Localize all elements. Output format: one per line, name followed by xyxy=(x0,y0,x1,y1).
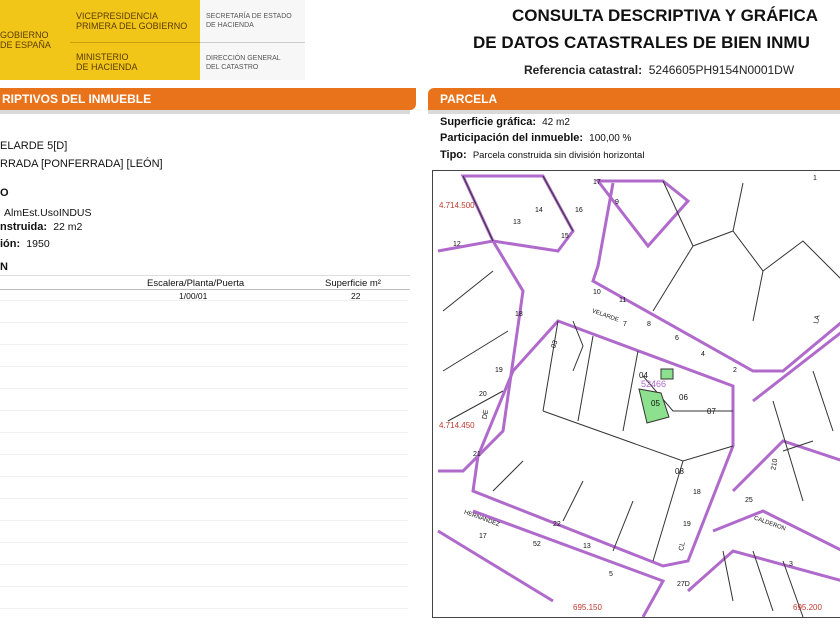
cadastral-map-drawing xyxy=(437,174,840,617)
coord-top-left: 4.714.500 xyxy=(439,201,475,210)
map-number: 9 xyxy=(615,199,619,206)
parcel-ref-label: 52466 xyxy=(641,379,667,389)
map-number: 2 xyxy=(733,367,737,374)
map-number: 1 xyxy=(813,175,817,182)
map-number: 13 xyxy=(513,219,521,226)
map-number: 11 xyxy=(619,297,627,304)
parcel-label-05: 05 xyxy=(651,399,660,408)
map-number: 27D xyxy=(677,581,690,588)
parcela-section-bar: PARCELA xyxy=(428,88,840,110)
map-number: 12 xyxy=(453,241,461,248)
map-number: 17 xyxy=(593,179,601,186)
cadastral-map[interactable]: 4.714.500 4.714.450 695.150 695.200 5246… xyxy=(432,170,840,618)
map-number: 13 xyxy=(583,543,591,550)
map-number: 19 xyxy=(683,521,691,528)
parcel-label-07: 07 xyxy=(707,407,716,416)
map-number: 25 xyxy=(745,497,753,504)
tipo-parcela: Tipo: Parcela construida sin división ho… xyxy=(440,149,645,161)
uso-value: AlmEst.UsoINDUS xyxy=(4,207,92,219)
referencia-catastral: Referencia catastral: 5246605PH9154N0001… xyxy=(524,63,795,77)
vicepresidencia-label: VICEPRESIDENCIA PRIMERA DEL GOBIERNO xyxy=(76,11,188,31)
coord-bottom-mid: 695.150 xyxy=(573,603,602,612)
table-empty-area xyxy=(0,300,410,630)
table-top-line xyxy=(0,275,410,276)
direccion-label: DIRECCIÓN GENERAL DEL CATASTRO xyxy=(206,55,281,71)
coord-mid-left: 4.714.450 xyxy=(439,421,475,430)
map-number: 6 xyxy=(675,335,679,342)
header-divider-right xyxy=(200,42,305,43)
block-boundaries xyxy=(437,174,840,617)
superficie-grafica: Superficie gráfica: 42 m2 xyxy=(440,116,570,128)
map-number: 19 xyxy=(495,367,503,374)
map-number: 3 xyxy=(789,561,793,568)
selected-parcel-annex xyxy=(660,368,674,380)
parcel-label-06: 06 xyxy=(679,393,688,402)
map-number: 8 xyxy=(647,321,651,328)
coord-bottom-right: 695.200 xyxy=(793,603,822,612)
page-title-line2: DE DATOS CATASTRALES DE BIEN INMU xyxy=(473,33,810,52)
map-number: 14 xyxy=(535,207,543,214)
table-header-line xyxy=(0,289,410,290)
map-number: 22 xyxy=(553,521,561,528)
map-number: 10 xyxy=(593,289,601,296)
col-superficie: Superficie m² xyxy=(325,278,381,289)
col-escalera-planta-puerta: Escalera/Planta/Puerta xyxy=(147,278,245,289)
map-number: 52 xyxy=(533,541,541,548)
superficie-construida: nstruida: 22 m2 xyxy=(0,221,83,233)
address-line2: RRADA [PONFERRADA] [LEÓN] xyxy=(0,158,163,170)
left-bar-shadow xyxy=(0,110,410,114)
map-number: 17 xyxy=(479,533,487,540)
secretaria-label: SECRETARÍA DE ESTADO DE HACIENDA xyxy=(206,13,292,29)
construccion-header: N xyxy=(0,261,8,273)
map-number: 4 xyxy=(701,351,705,358)
map-number: 15 xyxy=(561,233,569,240)
gobierno-label: GOBIERNO DE ESPAÑA xyxy=(0,30,51,50)
map-number: 16 xyxy=(575,207,583,214)
right-bar-shadow xyxy=(428,110,840,114)
ministerio-label: MINISTERIO DE HACIENDA xyxy=(76,52,138,72)
map-number: 5 xyxy=(609,571,613,578)
participacion-inmueble: Participación del inmueble: 100,00 % xyxy=(440,132,632,144)
map-number: 18 xyxy=(515,311,523,318)
map-number: 7 xyxy=(623,321,627,328)
map-number: 18 xyxy=(693,489,701,496)
map-number: 21 xyxy=(473,451,481,458)
address-line1: ELARDE 5[D] xyxy=(0,140,68,152)
street-la: LA xyxy=(813,314,822,325)
left-section-bar: RIPTIVOS DEL INMUEBLE xyxy=(0,88,416,110)
map-number: 20 xyxy=(479,391,487,398)
parcel-label-04: 04 xyxy=(639,371,648,380)
page-title-line1: CONSULTA DESCRIPTIVA Y GRÁFICA xyxy=(512,6,819,25)
anno-construccion: ión: 1950 xyxy=(0,238,50,250)
clase-label: O xyxy=(0,187,9,199)
parcel-label-08: 08 xyxy=(675,467,684,476)
